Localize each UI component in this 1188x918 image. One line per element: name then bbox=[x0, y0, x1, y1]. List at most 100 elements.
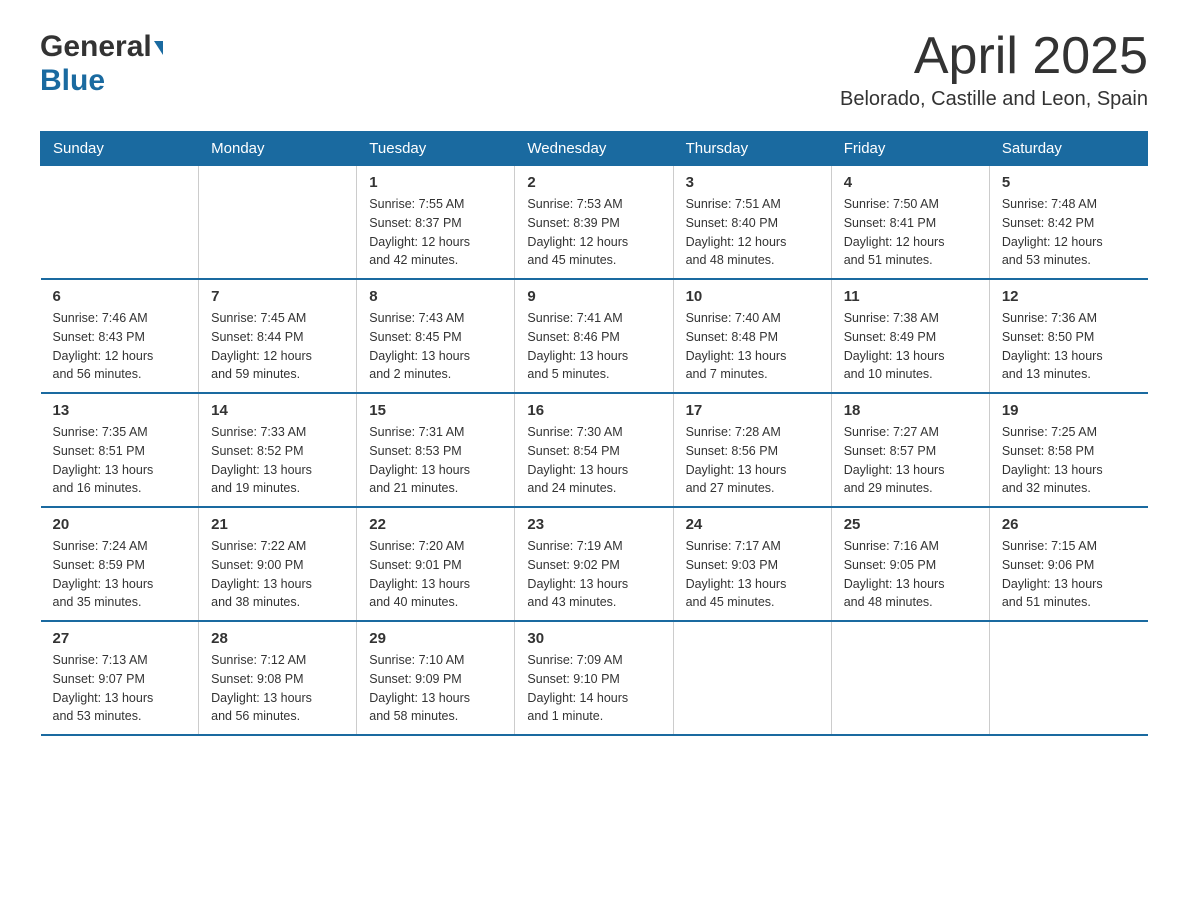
day-number: 1 bbox=[369, 174, 502, 191]
calendar-cell: 13 Sunrise: 7:35 AMSunset: 8:51 PMDayligh… bbox=[41, 393, 199, 507]
calendar-cell: 30 Sunrise: 7:09 AMSunset: 9:10 PMDayligh… bbox=[515, 621, 673, 735]
day-of-week-wednesday: Wednesday bbox=[515, 132, 673, 166]
calendar-cell: 21 Sunrise: 7:22 AMSunset: 9:00 PMDayligh… bbox=[199, 507, 357, 621]
day-number: 11 bbox=[844, 288, 977, 305]
calendar-cell: 23Sunrise: 7:19 AMSunset: 9:02 PMDayligh… bbox=[515, 507, 673, 621]
day-number: 19 bbox=[1002, 402, 1136, 419]
day-number: 20 bbox=[53, 516, 187, 533]
day-info: Sunrise: 7:19 AMSunset: 9:02 PMDaylight:… bbox=[527, 537, 660, 612]
calendar-cell: 19Sunrise: 7:25 AMSunset: 8:58 PMDayligh… bbox=[989, 393, 1147, 507]
calendar-cell: 24 Sunrise: 7:17 AMSunset: 9:03 PMDayligh… bbox=[673, 507, 831, 621]
day-of-week-tuesday: Tuesday bbox=[357, 132, 515, 166]
calendar-cell: 5 Sunrise: 7:48 AMSunset: 8:42 PMDaylight… bbox=[989, 166, 1147, 280]
day-number: 3 bbox=[686, 174, 819, 191]
day-info: Sunrise: 7:15 AMSunset: 9:06 PMDaylight:… bbox=[1002, 537, 1136, 612]
calendar-cell bbox=[199, 166, 357, 280]
week-row-5: 27 Sunrise: 7:13 AMSunset: 9:07 PMDayligh… bbox=[41, 621, 1148, 735]
calendar-table: SundayMondayTuesdayWednesdayThursdayFrid… bbox=[40, 131, 1148, 736]
day-number: 27 bbox=[53, 630, 187, 647]
logo-general: General bbox=[40, 30, 152, 64]
day-number: 30 bbox=[527, 630, 660, 647]
calendar-cell: 12Sunrise: 7:36 AMSunset: 8:50 PMDayligh… bbox=[989, 279, 1147, 393]
calendar-cell bbox=[989, 621, 1147, 735]
day-info: Sunrise: 7:55 AMSunset: 8:37 PMDaylight:… bbox=[369, 195, 502, 270]
calendar-cell: 18Sunrise: 7:27 AMSunset: 8:57 PMDayligh… bbox=[831, 393, 989, 507]
calendar-cell: 17 Sunrise: 7:28 AMSunset: 8:56 PMDayligh… bbox=[673, 393, 831, 507]
calendar-cell: 27 Sunrise: 7:13 AMSunset: 9:07 PMDayligh… bbox=[41, 621, 199, 735]
calendar-cell: 15 Sunrise: 7:31 AMSunset: 8:53 PMDayligh… bbox=[357, 393, 515, 507]
day-of-week-saturday: Saturday bbox=[989, 132, 1147, 166]
day-number: 28 bbox=[211, 630, 344, 647]
day-info: Sunrise: 7:36 AMSunset: 8:50 PMDaylight:… bbox=[1002, 309, 1136, 384]
week-row-1: 1 Sunrise: 7:55 AMSunset: 8:37 PMDaylight… bbox=[41, 166, 1148, 280]
day-info: Sunrise: 7:17 AMSunset: 9:03 PMDaylight:… bbox=[686, 537, 819, 612]
day-info: Sunrise: 7:12 AMSunset: 9:08 PMDaylight:… bbox=[211, 651, 344, 726]
day-number: 21 bbox=[211, 516, 344, 533]
day-info: Sunrise: 7:35 AMSunset: 8:51 PMDaylight:… bbox=[53, 423, 187, 498]
day-info: Sunrise: 7:51 AMSunset: 8:40 PMDaylight:… bbox=[686, 195, 819, 270]
day-info: Sunrise: 7:24 AMSunset: 8:59 PMDaylight:… bbox=[53, 537, 187, 612]
week-row-4: 20 Sunrise: 7:24 AMSunset: 8:59 PMDayligh… bbox=[41, 507, 1148, 621]
days-of-week-row: SundayMondayTuesdayWednesdayThursdayFrid… bbox=[41, 132, 1148, 166]
calendar-cell: 8Sunrise: 7:43 AMSunset: 8:45 PMDaylight… bbox=[357, 279, 515, 393]
calendar-cell: 16 Sunrise: 7:30 AMSunset: 8:54 PMDayligh… bbox=[515, 393, 673, 507]
day-number: 24 bbox=[686, 516, 819, 533]
day-info: Sunrise: 7:09 AMSunset: 9:10 PMDaylight:… bbox=[527, 651, 660, 726]
day-of-week-sunday: Sunday bbox=[41, 132, 199, 166]
day-number: 13 bbox=[53, 402, 187, 419]
day-number: 17 bbox=[686, 402, 819, 419]
day-number: 25 bbox=[844, 516, 977, 533]
logo-arrow-icon bbox=[154, 41, 163, 55]
calendar-cell: 22Sunrise: 7:20 AMSunset: 9:01 PMDayligh… bbox=[357, 507, 515, 621]
calendar-cell: 26 Sunrise: 7:15 AMSunset: 9:06 PMDayligh… bbox=[989, 507, 1147, 621]
day-info: Sunrise: 7:30 AMSunset: 8:54 PMDaylight:… bbox=[527, 423, 660, 498]
day-info: Sunrise: 7:16 AMSunset: 9:05 PMDaylight:… bbox=[844, 537, 977, 612]
calendar-cell bbox=[831, 621, 989, 735]
day-number: 22 bbox=[369, 516, 502, 533]
day-info: Sunrise: 7:50 AMSunset: 8:41 PMDaylight:… bbox=[844, 195, 977, 270]
day-info: Sunrise: 7:41 AMSunset: 8:46 PMDaylight:… bbox=[527, 309, 660, 384]
day-number: 16 bbox=[527, 402, 660, 419]
calendar-cell: 4 Sunrise: 7:50 AMSunset: 8:41 PMDaylight… bbox=[831, 166, 989, 280]
calendar-cell: 2Sunrise: 7:53 AMSunset: 8:39 PMDaylight… bbox=[515, 166, 673, 280]
day-info: Sunrise: 7:45 AMSunset: 8:44 PMDaylight:… bbox=[211, 309, 344, 384]
day-info: Sunrise: 7:53 AMSunset: 8:39 PMDaylight:… bbox=[527, 195, 660, 270]
calendar-subtitle: Belorado, Castille and Leon, Spain bbox=[840, 88, 1148, 111]
day-number: 4 bbox=[844, 174, 977, 191]
day-of-week-thursday: Thursday bbox=[673, 132, 831, 166]
calendar-cell: 6Sunrise: 7:46 AMSunset: 8:43 PMDaylight… bbox=[41, 279, 199, 393]
day-number: 15 bbox=[369, 402, 502, 419]
calendar-body: 1 Sunrise: 7:55 AMSunset: 8:37 PMDaylight… bbox=[41, 166, 1148, 736]
day-number: 6 bbox=[53, 288, 187, 305]
day-of-week-friday: Friday bbox=[831, 132, 989, 166]
day-of-week-monday: Monday bbox=[199, 132, 357, 166]
calendar-cell: 7 Sunrise: 7:45 AMSunset: 8:44 PMDaylight… bbox=[199, 279, 357, 393]
calendar-cell bbox=[41, 166, 199, 280]
day-info: Sunrise: 7:40 AMSunset: 8:48 PMDaylight:… bbox=[686, 309, 819, 384]
calendar-header: SundayMondayTuesdayWednesdayThursdayFrid… bbox=[41, 132, 1148, 166]
calendar-cell: 9 Sunrise: 7:41 AMSunset: 8:46 PMDaylight… bbox=[515, 279, 673, 393]
calendar-cell: 11 Sunrise: 7:38 AMSunset: 8:49 PMDayligh… bbox=[831, 279, 989, 393]
day-number: 9 bbox=[527, 288, 660, 305]
day-number: 29 bbox=[369, 630, 502, 647]
day-info: Sunrise: 7:38 AMSunset: 8:49 PMDaylight:… bbox=[844, 309, 977, 384]
calendar-title: April 2025 bbox=[840, 30, 1148, 82]
logo: General Blue bbox=[40, 30, 163, 98]
week-row-2: 6Sunrise: 7:46 AMSunset: 8:43 PMDaylight… bbox=[41, 279, 1148, 393]
logo-blue: Blue bbox=[40, 64, 105, 97]
day-number: 26 bbox=[1002, 516, 1136, 533]
day-info: Sunrise: 7:28 AMSunset: 8:56 PMDaylight:… bbox=[686, 423, 819, 498]
day-info: Sunrise: 7:10 AMSunset: 9:09 PMDaylight:… bbox=[369, 651, 502, 726]
day-info: Sunrise: 7:13 AMSunset: 9:07 PMDaylight:… bbox=[53, 651, 187, 726]
day-info: Sunrise: 7:31 AMSunset: 8:53 PMDaylight:… bbox=[369, 423, 502, 498]
calendar-cell: 29 Sunrise: 7:10 AMSunset: 9:09 PMDayligh… bbox=[357, 621, 515, 735]
day-info: Sunrise: 7:22 AMSunset: 9:00 PMDaylight:… bbox=[211, 537, 344, 612]
day-info: Sunrise: 7:48 AMSunset: 8:42 PMDaylight:… bbox=[1002, 195, 1136, 270]
calendar-cell: 20 Sunrise: 7:24 AMSunset: 8:59 PMDayligh… bbox=[41, 507, 199, 621]
day-number: 7 bbox=[211, 288, 344, 305]
day-info: Sunrise: 7:33 AMSunset: 8:52 PMDaylight:… bbox=[211, 423, 344, 498]
day-number: 5 bbox=[1002, 174, 1136, 191]
calendar-cell: 3 Sunrise: 7:51 AMSunset: 8:40 PMDaylight… bbox=[673, 166, 831, 280]
day-number: 14 bbox=[211, 402, 344, 419]
calendar-cell: 25 Sunrise: 7:16 AMSunset: 9:05 PMDayligh… bbox=[831, 507, 989, 621]
